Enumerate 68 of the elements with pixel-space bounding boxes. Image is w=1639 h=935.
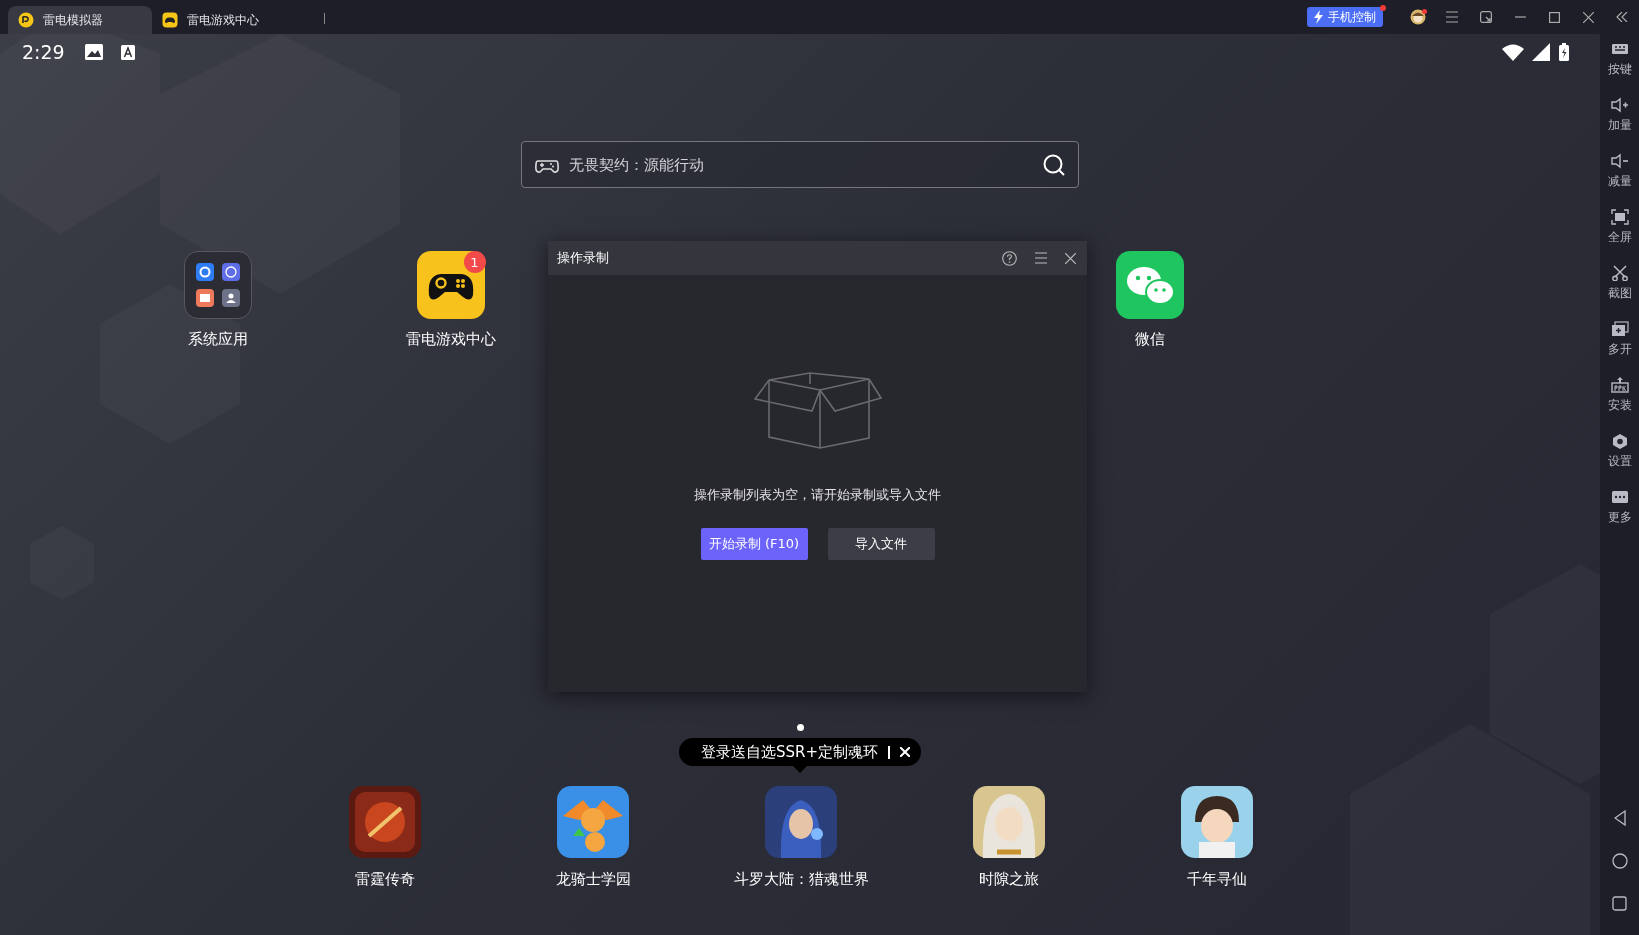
apk-install-icon	[1610, 377, 1629, 393]
window-resize-icon[interactable]	[1480, 11, 1492, 23]
close-icon[interactable]	[1582, 11, 1594, 23]
phone-control-button[interactable]: 手机控制	[1307, 7, 1383, 27]
tab[interactable]: 雷电游戏中心	[152, 6, 296, 34]
search-field[interactable]: 无畏契约：源能行动	[521, 141, 1079, 188]
more-icon	[1610, 489, 1629, 505]
volume-down-icon	[1610, 153, 1629, 169]
maximize-icon[interactable]	[1548, 11, 1560, 23]
signal-icon	[1532, 43, 1550, 61]
avatar-icon[interactable]	[1410, 9, 1426, 25]
sidebar-button[interactable]: 全屏	[1607, 209, 1632, 265]
help-icon[interactable]	[1002, 250, 1017, 266]
folder-icon	[195, 289, 214, 307]
app-folder[interactable]	[183, 251, 252, 319]
sidebar-button[interactable]: 截图	[1607, 265, 1632, 321]
game-app-icon[interactable]	[765, 786, 837, 858]
page-indicator-dot[interactable]	[796, 724, 804, 731]
dialog-title: 操作录制	[557, 249, 609, 267]
sidebar-button[interactable]: 更多	[1607, 489, 1632, 545]
gamepad-app-icon[interactable]	[416, 251, 485, 319]
clock-time: 2:29	[22, 41, 65, 63]
game-app-icon[interactable]	[349, 786, 421, 858]
close-icon[interactable]	[1065, 252, 1076, 264]
font-icon	[120, 44, 135, 60]
sidebar-button[interactable]: 多开	[1607, 321, 1632, 377]
fullscreen-icon	[1610, 209, 1629, 225]
app-label: 系统应用	[187, 330, 248, 349]
chat-bubbles-app-icon[interactable]	[1115, 251, 1184, 319]
battery-icon	[1558, 43, 1570, 61]
empty-message: 操作录制列表为空，请开始录制或导入文件	[694, 486, 941, 504]
tab[interactable]: 雷电模拟器	[8, 6, 152, 34]
scissors-icon	[1610, 265, 1629, 281]
emulator-logo-icon	[18, 12, 34, 28]
recent-apps-icon[interactable]	[1612, 896, 1627, 911]
game-app-icon[interactable]	[973, 786, 1045, 858]
sidebar-button[interactable]: 按键	[1607, 41, 1632, 97]
wifi-icon	[1502, 43, 1524, 61]
app-label: 时隙之旅	[979, 870, 1039, 889]
promo-text: 登录送自选SSR+定制魂环	[700, 742, 878, 762]
menu-icon[interactable]	[1035, 252, 1047, 264]
back-icon[interactable]	[1613, 810, 1626, 826]
image-icon	[84, 44, 103, 60]
sidebar-button[interactable]: 安装	[1607, 377, 1632, 433]
volume-up-icon	[1610, 97, 1629, 113]
sidebar-button[interactable]: 加量	[1607, 97, 1632, 153]
game-app-icon[interactable]	[557, 786, 629, 858]
app-label: 微信	[1134, 330, 1165, 349]
home-icon[interactable]	[1611, 853, 1628, 869]
app-label: 龙骑士学园	[555, 870, 631, 889]
multi-window-icon	[1610, 321, 1629, 337]
sidebar-button[interactable]: 减量	[1607, 153, 1632, 209]
lightning-icon	[1312, 10, 1324, 24]
collapse-icon[interactable]	[1616, 12, 1628, 22]
contact-icon	[221, 289, 240, 307]
search-icon[interactable]	[1043, 153, 1065, 176]
menu-icon[interactable]	[1446, 11, 1458, 23]
gamepad-app-icon	[162, 12, 178, 28]
app-label: 雷电游戏中心	[405, 330, 496, 349]
start-recording-button[interactable]: 开始录制 (F10)	[700, 528, 808, 560]
app-label: 雷霆传奇	[355, 870, 415, 889]
game-app-icon[interactable]	[1181, 786, 1253, 858]
import-file-button[interactable]: 导入文件	[827, 528, 935, 560]
app-label: 斗罗大陆：猎魂世界	[733, 870, 869, 889]
keyboard-icon	[1610, 41, 1629, 57]
settings-icon	[1610, 433, 1629, 449]
app-label: 千年寻仙	[1187, 870, 1247, 889]
sidebar-button[interactable]: 设置	[1607, 433, 1632, 489]
